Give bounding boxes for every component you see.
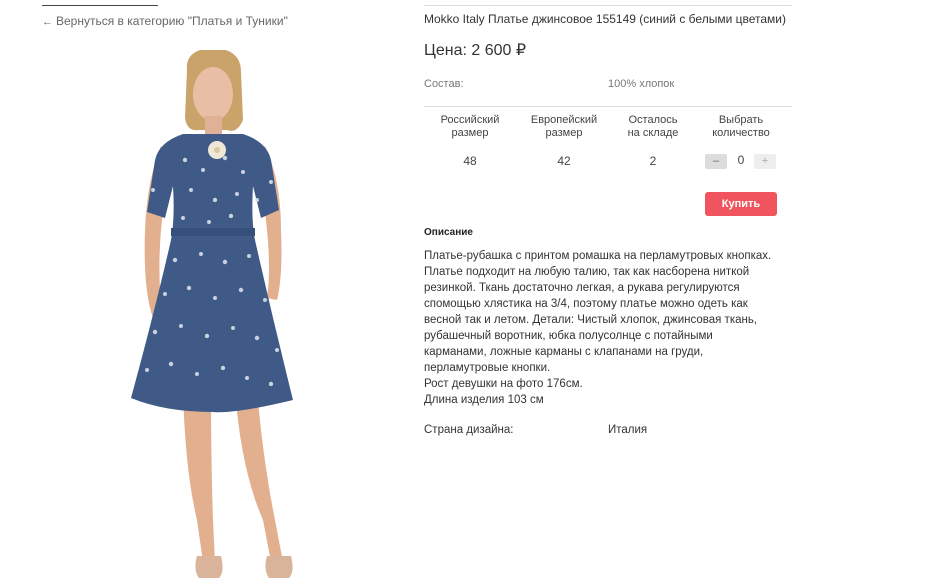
active-tab-underline [42, 5, 158, 6]
top-divider [424, 5, 792, 6]
price-label: Цена: 2 600 [424, 42, 512, 59]
size-table-divider [424, 106, 792, 107]
header-european-size: Европейский размер [522, 114, 606, 140]
description-line: Длина изделия 103 см [424, 394, 544, 406]
increase-quantity-button[interactable]: + [754, 154, 776, 169]
header-russian-size-line1: Российский [440, 114, 500, 126]
description-line: рубашечный воротник, юбка полусолнце с п… [424, 330, 713, 342]
european-size-value: 42 [557, 154, 571, 168]
header-quantity-line1: Выбрать [718, 114, 764, 126]
header-stock: Осталось на складе [613, 114, 693, 140]
quantity-value[interactable]: 0 [733, 153, 749, 167]
composition-label: Состав: [424, 78, 464, 90]
quantity-stepper: – 0 + [705, 153, 777, 170]
description-line: перламутровые кнопки. [424, 362, 551, 374]
product-photo[interactable] [125, 50, 300, 586]
decrease-quantity-button[interactable]: – [705, 154, 727, 169]
header-quantity-line2: количество [712, 127, 770, 139]
header-quantity: Выбрать количество [700, 114, 782, 140]
description-title: Описание [424, 227, 473, 238]
description-text: Платье-рубашка с принтом ромашка на перл… [424, 248, 794, 408]
back-to-category-link[interactable]: ← Вернуться в категорию "Платья и Туники" [42, 14, 288, 28]
header-russian-size-line2: размер [451, 127, 489, 139]
buy-button[interactable]: Купить [705, 192, 777, 216]
description-line: весной так и летом. Детали: Чистый хлопо… [424, 314, 758, 326]
russian-size-value: 48 [463, 154, 477, 168]
description-line: резинкой. Ткань достаточно легкая, а рук… [424, 282, 740, 294]
product-title: Mokko Italy Платье джинсовое 155149 (син… [424, 12, 786, 26]
description-line: Платье подходит на любую талию, так как … [424, 266, 750, 278]
header-stock-line2: на складе [627, 127, 679, 139]
header-european-size-line2: размер [545, 127, 583, 139]
header-russian-size: Российский размер [428, 114, 512, 140]
currency-symbol: ₽ [515, 42, 527, 59]
product-price: Цена: 2 600 ₽ [424, 40, 526, 60]
description-line: Платье-рубашка с принтом ромашка на перл… [424, 250, 772, 262]
header-stock-line1: Осталось [628, 114, 678, 126]
back-arrow-icon: ← [42, 16, 53, 28]
description-line: Рост девушки на фото 176см. [424, 378, 583, 390]
description-line: карманами, ложные карманы с клапанами на… [424, 346, 704, 358]
country-value: Италия [608, 424, 648, 436]
header-european-size-line1: Европейский [530, 114, 598, 126]
composition-value: 100% хлопок [608, 78, 675, 90]
stock-value: 2 [649, 154, 657, 168]
description-line: спомощью хлястика на 3/4, поэтому платье… [424, 298, 748, 310]
back-link-label: Вернуться в категорию "Платья и Туники" [56, 14, 288, 28]
country-label: Страна дизайна: [424, 424, 514, 436]
